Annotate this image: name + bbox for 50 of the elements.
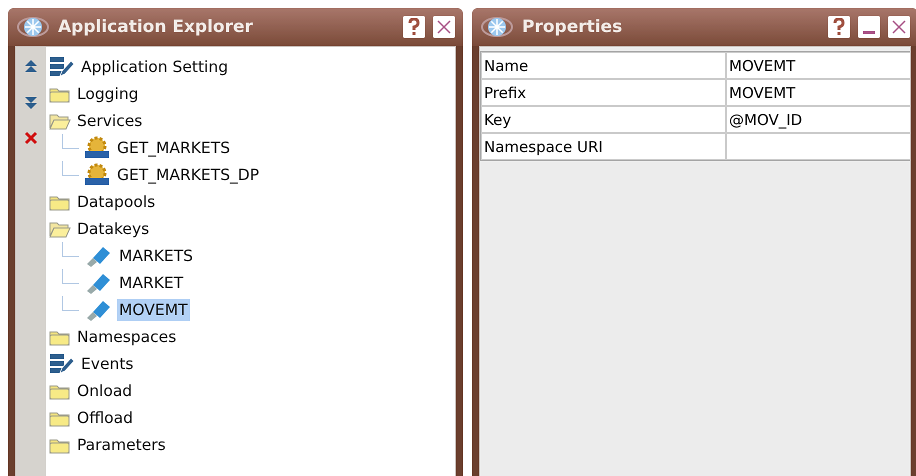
tree-item[interactable]: Services xyxy=(75,110,144,132)
tree-item[interactable]: MARKET xyxy=(117,272,186,294)
property-value-cell[interactable]: MOVEMT xyxy=(726,52,910,79)
minimize-button[interactable] xyxy=(858,16,880,38)
double-up-arrow-icon xyxy=(24,59,38,75)
property-value-cell[interactable]: @MOV_ID xyxy=(726,106,910,133)
tree-item[interactable]: MOVEMT xyxy=(117,298,190,320)
help-icon xyxy=(408,18,420,36)
tree-connector-line xyxy=(62,134,79,149)
close-button[interactable] xyxy=(433,16,455,38)
tree-item[interactable]: MARKETS xyxy=(117,244,196,266)
tree-item[interactable]: Events xyxy=(79,352,136,374)
double-down-arrow-icon xyxy=(24,95,38,111)
gear-http-icon xyxy=(83,136,111,160)
tree-connector-line xyxy=(62,269,79,284)
minimize-icon xyxy=(863,31,875,34)
tree-item[interactable]: Application Setting xyxy=(79,56,230,78)
delete-button[interactable] xyxy=(24,131,38,145)
tree-item[interactable]: GET_MARKETS xyxy=(115,136,232,158)
property-name-cell: Namespace URI xyxy=(481,133,726,160)
close-button[interactable] xyxy=(888,16,910,38)
tree-item[interactable]: Namespaces xyxy=(75,326,178,348)
tree-connector-line xyxy=(62,161,79,176)
tree-item[interactable]: Datapools xyxy=(75,190,158,212)
panel-title: Application Explorer xyxy=(58,17,254,37)
property-name-cell: Key xyxy=(481,106,726,133)
panel-title: Properties xyxy=(522,17,624,37)
property-name-cell: Name xyxy=(481,52,726,79)
tree-connector-line xyxy=(62,242,79,257)
tree-item[interactable]: Logging xyxy=(75,82,140,104)
property-name-cell: Prefix xyxy=(481,79,726,106)
close-icon xyxy=(436,19,452,35)
gear-http-icon xyxy=(83,162,111,186)
move-up-button[interactable] xyxy=(24,59,38,75)
help-button[interactable] xyxy=(403,16,425,38)
tree-item[interactable]: Onload xyxy=(75,380,134,402)
delete-icon xyxy=(24,131,38,145)
help-icon xyxy=(833,18,845,36)
property-value-cell[interactable]: MOVEMT xyxy=(726,79,910,106)
form-pencil-icon xyxy=(49,56,75,78)
help-button[interactable] xyxy=(828,16,850,38)
tree-connector-line xyxy=(62,296,79,311)
move-down-button[interactable] xyxy=(24,95,38,111)
tree-item[interactable]: Datakeys xyxy=(75,218,152,240)
tree-item[interactable]: Parameters xyxy=(75,434,168,456)
form-pencil-icon xyxy=(49,352,75,374)
tree-item[interactable]: GET_MARKETS_DP xyxy=(115,164,262,186)
tree-item[interactable]: Offload xyxy=(75,406,136,428)
property-value-cell[interactable] xyxy=(726,133,910,160)
close-icon xyxy=(891,19,907,35)
